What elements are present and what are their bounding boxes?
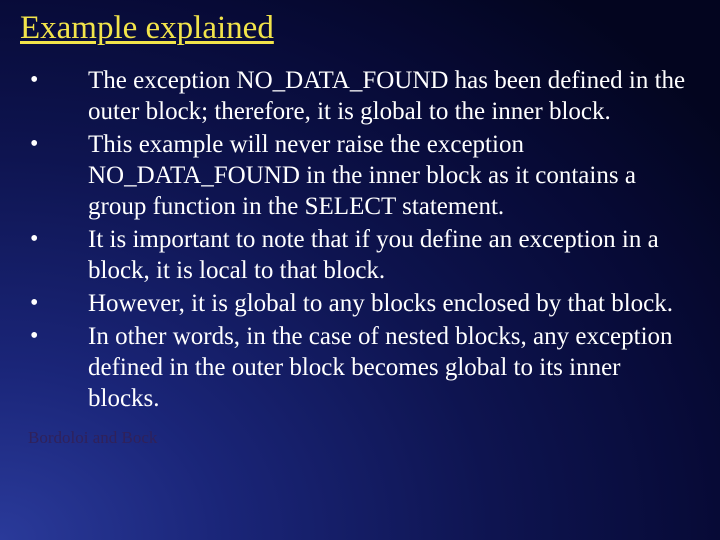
bullet-marker: • <box>30 65 88 96</box>
list-item: • In other words, in the case of nested … <box>30 321 696 414</box>
footer-credit: Bordoloi and Bock <box>28 428 696 448</box>
bullet-marker: • <box>30 129 88 160</box>
list-item: • It is important to note that if you de… <box>30 224 696 286</box>
list-item: • This example will never raise the exce… <box>30 129 696 222</box>
bullet-text: However, it is global to any blocks encl… <box>88 288 696 319</box>
list-item: • However, it is global to any blocks en… <box>30 288 696 319</box>
bullet-marker: • <box>30 224 88 255</box>
slide-title: Example explained <box>20 10 696 47</box>
bullet-text: In other words, in the case of nested bl… <box>88 321 696 414</box>
bullet-marker: • <box>30 321 88 352</box>
list-item: • The exception NO_DATA_FOUND has been d… <box>30 65 696 127</box>
bullet-marker: • <box>30 288 88 319</box>
bullet-text: The exception NO_DATA_FOUND has been def… <box>88 65 696 127</box>
bullet-text: It is important to note that if you defi… <box>88 224 696 286</box>
bullet-list: • The exception NO_DATA_FOUND has been d… <box>30 65 696 414</box>
bullet-text: This example will never raise the except… <box>88 129 696 222</box>
